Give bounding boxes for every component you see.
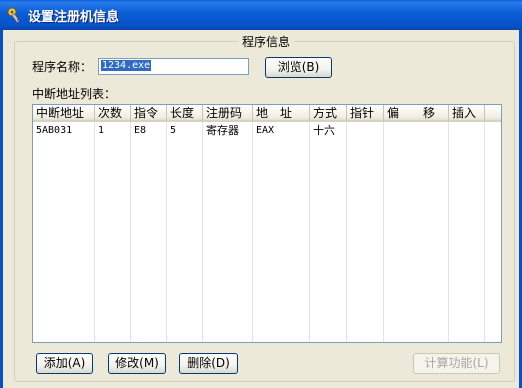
cell-length: 5: [170, 125, 177, 136]
cell-pointer: [347, 123, 384, 139]
column-header[interactable]: 方式: [310, 105, 347, 122]
column-header[interactable]: 偏 移: [384, 105, 449, 122]
delete-button[interactable]: 删除(D): [179, 353, 238, 374]
grid-line: [346, 122, 347, 342]
column-header-filler: [485, 105, 501, 122]
calculate-button[interactable]: 计算功能(L): [413, 353, 500, 374]
cell-mode: 十六: [313, 124, 335, 137]
cell-instruction: E8: [134, 125, 147, 136]
column-header[interactable]: 次数: [95, 105, 131, 122]
cell-insert: [449, 123, 485, 139]
column-header[interactable]: 长度: [167, 105, 203, 122]
grid-line: [130, 122, 131, 342]
column-header[interactable]: 指令: [131, 105, 167, 122]
grid-line: [484, 122, 485, 342]
grid-line: [309, 122, 310, 342]
cell-regcode: 寄存器: [206, 124, 239, 137]
cell-address: 5AB031: [36, 125, 73, 136]
grid-line: [383, 122, 384, 342]
program-name-input[interactable]: 1234.exe: [98, 58, 249, 75]
grid-line: [94, 122, 95, 342]
breakpoint-table[interactable]: 中断地址 次数 指令 长度 注册码 地 址 方式 指针 偏 移 插入 5AB03…: [32, 104, 502, 343]
window-frame-left: [0, 30, 3, 388]
column-header[interactable]: 插入: [449, 105, 485, 122]
table-row[interactable]: 5AB031 1 E8 5 寄存器 EAX 十六: [33, 123, 501, 139]
breakpoint-list-label: 中断地址列表：: [32, 87, 117, 101]
edit-button[interactable]: 修改(M): [108, 353, 166, 374]
grid-line: [252, 122, 253, 342]
cell-count: 1: [98, 125, 105, 136]
add-button[interactable]: 添加(A): [36, 353, 93, 374]
column-header[interactable]: 地 址: [253, 105, 310, 122]
grid-line: [448, 122, 449, 342]
title-bar[interactable]: 设置注册机信息: [0, 0, 522, 30]
browse-button[interactable]: 浏览(B): [265, 57, 332, 78]
table-header: 中断地址 次数 指令 长度 注册码 地 址 方式 指针 偏 移 插入: [33, 105, 501, 122]
key-icon: [7, 7, 20, 24]
group-title: 程序信息: [238, 33, 295, 50]
column-header[interactable]: 中断地址: [33, 105, 95, 122]
column-header[interactable]: 指针: [347, 105, 384, 122]
cell-offset: [384, 123, 449, 139]
grid-line: [202, 122, 203, 342]
column-header[interactable]: 注册码: [203, 105, 253, 122]
grid-line: [166, 122, 167, 342]
window-title: 设置注册机信息: [28, 10, 120, 25]
program-name-value: 1234.exe: [101, 60, 152, 71]
cell-location: EAX: [256, 125, 275, 136]
program-name-label: 程序名称：: [32, 60, 93, 74]
